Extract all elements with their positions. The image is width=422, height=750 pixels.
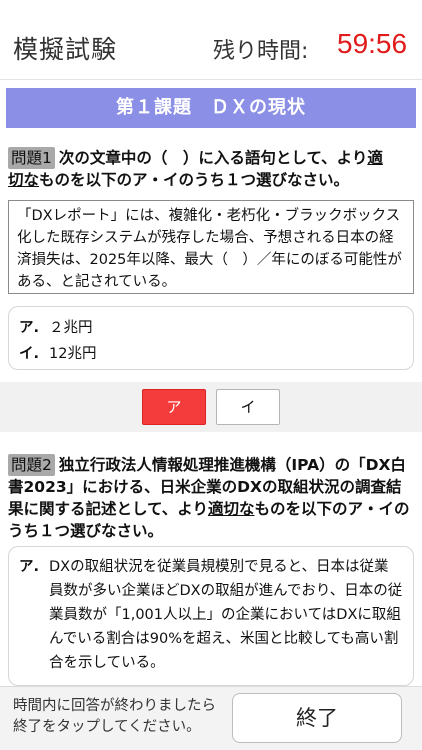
answer-button-b[interactable]: イ bbox=[216, 389, 280, 425]
answer-button-a[interactable]: ア bbox=[142, 389, 206, 425]
option-b-text: 12兆円 bbox=[49, 346, 97, 362]
answer-buttons: ア イ bbox=[0, 382, 422, 432]
question-1-prompt: 問題1 次の文章中の（ ）に入る語句として、より適切なものを以下のア・イのうち１つ… bbox=[8, 147, 416, 191]
question-2-prompt: 問題2 独立行政法人情報処理推進機構（IPA）の「DX白書2023」における、日米… bbox=[8, 454, 416, 542]
timer-value: 59:56 bbox=[337, 28, 408, 59]
option-b: イ. 12兆円 bbox=[19, 341, 403, 367]
option-a: ア. ２兆円 bbox=[19, 315, 403, 341]
option-a-text: ２兆円 bbox=[49, 320, 93, 336]
finish-button[interactable]: 終了 bbox=[232, 693, 402, 743]
footer-note-line-2: 終了をタップしてください。 bbox=[13, 719, 201, 735]
question-2-underline: 適切な bbox=[207, 500, 255, 518]
question-1-passage: 「DXレポート」には、複雑化・老朽化・ブラックボックス化した既存システムが残存し… bbox=[8, 200, 414, 294]
q2-option-a-text: DXの取組状況を従業員規模別で見ると、日本は従業員数が多い企業ほどDXの取組が進… bbox=[49, 559, 403, 671]
question-2-options: ア. DXの取組状況を従業員規模別で見ると、日本は従業員数が多い企業ほどDXの取… bbox=[8, 546, 414, 686]
option-a-key: ア. bbox=[19, 320, 40, 336]
question-1-options: ア. ２兆円 イ. 12兆円 bbox=[8, 306, 414, 370]
question-1-text-a: 次の文章中の（ ）に入る語句として、より bbox=[58, 149, 368, 167]
question-1-text-b: ものを以下のア・イのうち１つ選びなさい。 bbox=[39, 171, 350, 189]
question-2-label: 問題2 bbox=[8, 454, 55, 476]
question-1-underline-2: 切な bbox=[8, 171, 40, 189]
app-title: 模擬試験 bbox=[13, 35, 118, 64]
section-title: 第１課題 ＤＸの現状 bbox=[6, 88, 416, 128]
question-1-label: 問題1 bbox=[8, 147, 55, 169]
top-bar: 模擬試験 残り時間: 59:56 bbox=[0, 0, 422, 80]
footer-bar: 時間内に回答が終わりましたら 終了をタップしてください。 終了 bbox=[0, 686, 422, 750]
q2-option-a-key: ア. bbox=[19, 559, 40, 575]
question-1-underline-1: 適 bbox=[367, 149, 383, 167]
q2-option-a: ア. DXの取組状況を従業員規模別で見ると、日本は従業員数が多い企業ほどDXの取… bbox=[19, 555, 403, 675]
footer-note: 時間内に回答が終わりましたら 終了をタップしてください。 bbox=[13, 696, 216, 738]
footer-note-line-1: 時間内に回答が終わりましたら bbox=[13, 698, 216, 714]
option-b-key: イ. bbox=[19, 346, 40, 362]
timer-label: 残り時間: bbox=[213, 39, 309, 64]
